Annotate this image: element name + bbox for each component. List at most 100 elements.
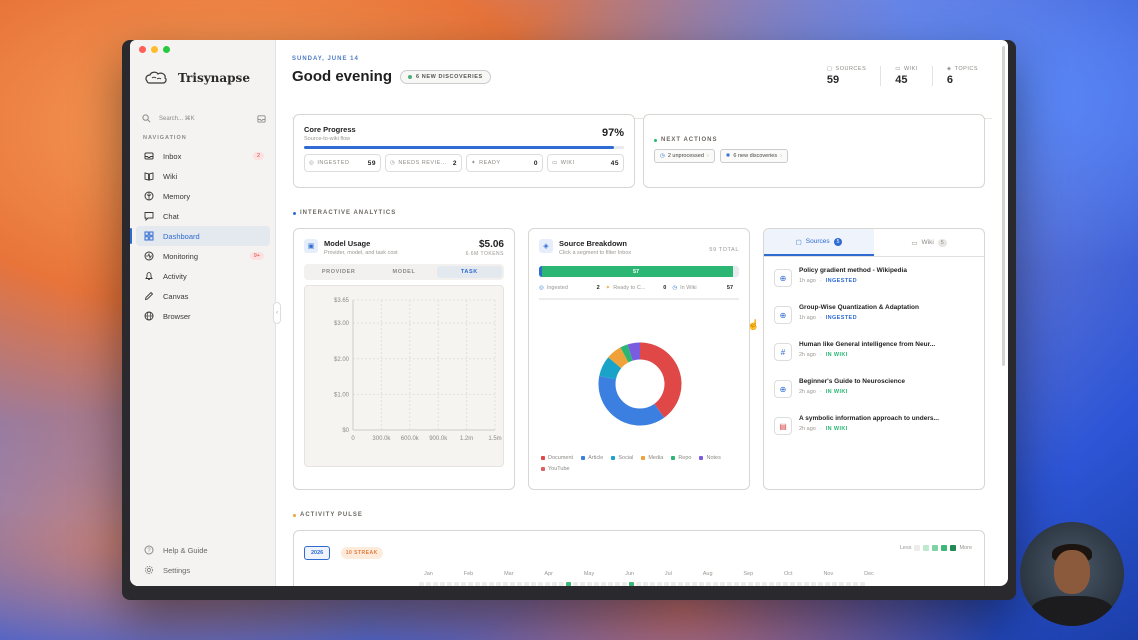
stat-wiki[interactable]: ▭ WIKI 45 — [880, 66, 932, 86]
heatmap-cell[interactable] — [699, 582, 704, 586]
sidebar-item-inbox[interactable]: Inbox 2 — [136, 146, 270, 166]
stat-ingested[interactable]: ◎ Ingested 2 — [539, 285, 606, 291]
discoveries-pill[interactable]: 6 NEW DISCOVERIES — [400, 69, 491, 84]
heatmap-cell[interactable] — [489, 582, 494, 586]
heatmap-cell[interactable] — [580, 582, 585, 586]
tab-sources[interactable]: ▢ Sources 5 — [764, 229, 874, 256]
sidebar-item-activity[interactable]: Activity — [136, 266, 270, 286]
main-scrollbar[interactable] — [1002, 46, 1005, 366]
sidebar-item-browser[interactable]: Browser — [136, 306, 270, 326]
heatmap-cell[interactable] — [636, 582, 641, 586]
heatmap-cell[interactable] — [454, 582, 459, 586]
tab-task[interactable]: TASK — [436, 266, 502, 278]
heatmap-cell[interactable] — [727, 582, 732, 586]
heatmap-cell[interactable] — [657, 582, 662, 586]
action-unprocessed[interactable]: ◷ 2 unprocessed › — [654, 149, 715, 163]
heatmap-cell[interactable] — [503, 582, 508, 586]
heatmap-cell[interactable] — [692, 582, 697, 586]
heatmap-cell[interactable] — [608, 582, 613, 586]
sidebar-item-dashboard[interactable]: Dashboard — [130, 226, 270, 246]
brand[interactable]: Trisynapse — [144, 70, 250, 86]
heatmap-cell[interactable] — [797, 582, 802, 586]
heatmap-cell[interactable] — [671, 582, 676, 586]
heatmap-cell[interactable] — [629, 582, 634, 586]
heatmap-cell[interactable] — [566, 582, 571, 586]
heatmap-cell[interactable] — [825, 582, 830, 586]
sidebar-item-wiki[interactable]: Wiki — [136, 166, 270, 186]
heatmap-cell[interactable] — [832, 582, 837, 586]
heatmap-cell[interactable] — [804, 582, 809, 586]
heatmap-cell[interactable] — [524, 582, 529, 586]
heatmap-cell[interactable] — [461, 582, 466, 586]
heatmap-cell[interactable] — [734, 582, 739, 586]
sidebar-item-help[interactable]: ? Help & Guide — [136, 540, 270, 560]
minimize-window-button[interactable] — [151, 46, 158, 53]
legend-item[interactable]: Social — [611, 455, 633, 461]
source-list-item[interactable]: ▤ A symbolic information approach to unde… — [774, 411, 974, 448]
heatmap-cell[interactable] — [678, 582, 683, 586]
tab-wiki[interactable]: ▭ Wiki 5 — [874, 229, 984, 256]
heatmap-cell[interactable] — [615, 582, 620, 586]
heatmap-cell[interactable] — [510, 582, 515, 586]
stat-ready[interactable]: ✦ Ready to C... 0 — [606, 285, 673, 291]
sidebar-item-chat[interactable]: Chat — [136, 206, 270, 226]
heatmap-cell[interactable] — [587, 582, 592, 586]
sidebar-item-settings[interactable]: Settings — [136, 560, 270, 580]
heatmap-cell[interactable] — [552, 582, 557, 586]
stat-topics[interactable]: ◈ TOPICS 6 — [931, 66, 992, 86]
heatmap-cell[interactable] — [594, 582, 599, 586]
heatmap-cell[interactable] — [538, 582, 543, 586]
search-bar[interactable]: Search... ⌘K — [142, 110, 266, 126]
heatmap-cell[interactable] — [475, 582, 480, 586]
close-window-button[interactable] — [139, 46, 146, 53]
heatmap-cell[interactable] — [741, 582, 746, 586]
chip-wiki[interactable]: ▭ WIKI 45 — [547, 154, 624, 172]
heatmap-cell[interactable] — [433, 582, 438, 586]
heatmap-cell[interactable] — [664, 582, 669, 586]
sidebar-collapse-handle[interactable]: ‹ — [273, 302, 281, 324]
heatmap-cell[interactable] — [573, 582, 578, 586]
heatmap-cell[interactable] — [468, 582, 473, 586]
legend-item[interactable]: YouTube — [541, 466, 570, 472]
heatmap-cell[interactable] — [447, 582, 452, 586]
heatmap-cell[interactable] — [496, 582, 501, 586]
chip-ingested[interactable]: ◎ INGESTED 59 — [304, 154, 381, 172]
heatmap-cell[interactable] — [482, 582, 487, 586]
heatmap-cell[interactable] — [713, 582, 718, 586]
tab-provider[interactable]: PROVIDER — [306, 266, 371, 278]
search-input[interactable]: Search... ⌘K — [159, 115, 195, 122]
heatmap-cell[interactable] — [811, 582, 816, 586]
heatmap-cell[interactable] — [650, 582, 655, 586]
tab-model[interactable]: MODEL — [371, 266, 436, 278]
inbox-tray-icon[interactable] — [257, 114, 266, 123]
heatmap-cell[interactable] — [846, 582, 851, 586]
legend-item[interactable]: Notes — [699, 455, 721, 461]
heatmap-cell[interactable] — [790, 582, 795, 586]
heatmap-cell[interactable] — [545, 582, 550, 586]
heatmap-cell[interactable] — [426, 582, 431, 586]
heatmap-cell[interactable] — [776, 582, 781, 586]
heatmap-cell[interactable] — [720, 582, 725, 586]
heatmap-cell[interactable] — [769, 582, 774, 586]
heatmap-cell[interactable] — [860, 582, 865, 586]
sidebar-item-monitoring[interactable]: Monitoring 9+ — [136, 246, 270, 266]
legend-item[interactable]: Media — [641, 455, 663, 461]
heatmap-cell[interactable] — [853, 582, 858, 586]
chip-needs-review[interactable]: ◷ NEEDS REVIE... 2 — [385, 154, 462, 172]
heatmap-cell[interactable] — [419, 582, 424, 586]
source-list-item[interactable]: ⊕ Group-Wise Quantization & Adaptation 1h … — [774, 300, 974, 337]
heatmap-cell[interactable] — [643, 582, 648, 586]
heatmap-cell[interactable] — [517, 582, 522, 586]
heatmap-cell[interactable] — [601, 582, 606, 586]
year-selector[interactable]: 2026 — [304, 546, 331, 560]
heatmap-cell[interactable] — [839, 582, 844, 586]
heatmap-cell[interactable] — [762, 582, 767, 586]
heatmap-cell[interactable] — [748, 582, 753, 586]
heatmap-cell[interactable] — [685, 582, 690, 586]
source-list-item[interactable]: # Human like General intelligence from Ne… — [774, 337, 974, 374]
stat-in-wiki[interactable]: ◷ In Wiki 57 — [672, 285, 739, 291]
heatmap-cell[interactable] — [818, 582, 823, 586]
chip-ready[interactable]: ✦ READY 0 — [466, 154, 543, 172]
heatmap-cell[interactable] — [755, 582, 760, 586]
legend-item[interactable]: Document — [541, 455, 573, 461]
